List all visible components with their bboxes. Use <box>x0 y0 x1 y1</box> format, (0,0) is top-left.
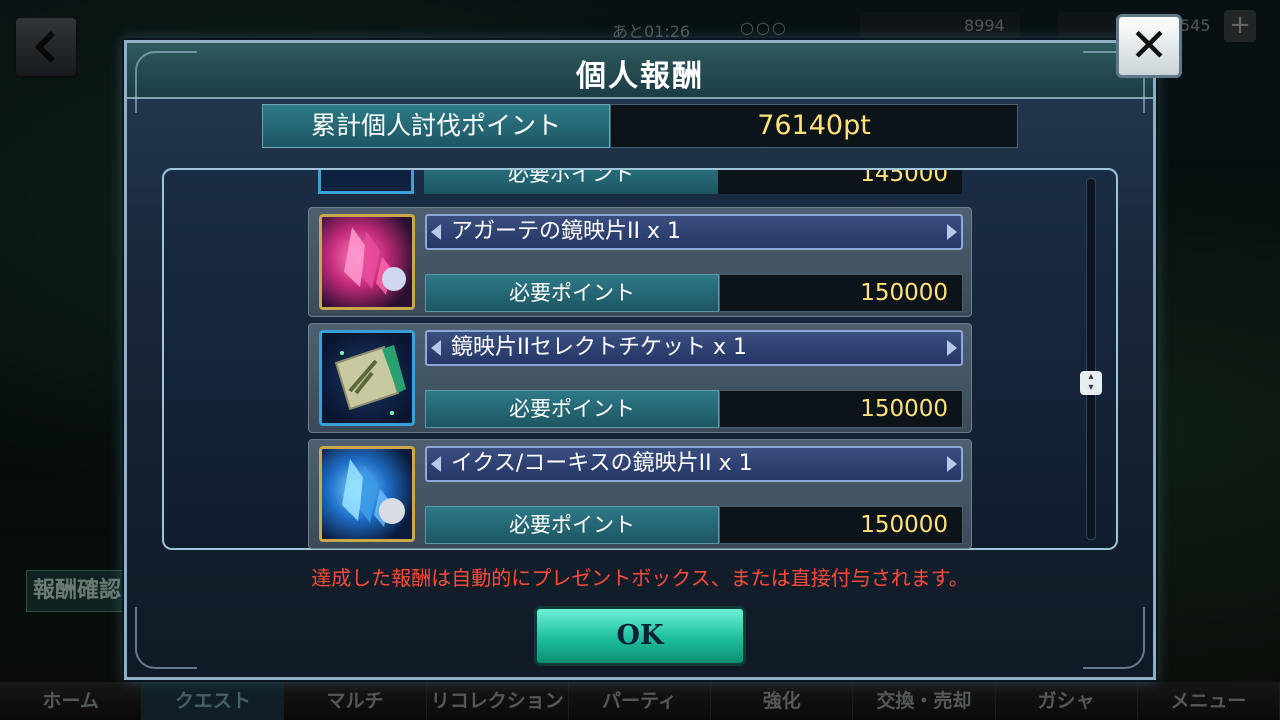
crystal-shape-icon <box>344 227 406 295</box>
partial-row-value: 145000 <box>718 170 962 194</box>
required-points-value: 150000 <box>719 506 963 544</box>
blue-crystal-icon <box>319 446 415 542</box>
reward-notice: 達成した報酬は自動的にプレゼントボックス、または直接付与されます。 <box>311 566 969 590</box>
reward-name: 鏡映片IIセレクトチケット x 1 <box>425 330 963 366</box>
select-ticket-icon <box>334 345 406 415</box>
reward-row: アガーテの鏡映片II x 1 必要ポイント 150000 <box>308 207 972 317</box>
ornament-top-left <box>135 51 197 113</box>
partial-row-label: 必要ポイント <box>424 170 718 194</box>
crystal-shape-icon <box>342 459 405 527</box>
total-points-value: 76140pt <box>610 104 1018 148</box>
ticket-icon <box>319 330 415 426</box>
required-points-label: 必要ポイント <box>425 390 719 428</box>
required-points-value: 150000 <box>719 390 963 428</box>
list-scrollbar[interactable] <box>1086 178 1096 540</box>
reward-name: イクス/コーキスの鏡映片II x 1 <box>425 446 963 482</box>
reward-row: 鏡映片IIセレクトチケット x 1 必要ポイント 150000 <box>308 323 972 433</box>
required-points-value: 150000 <box>719 274 963 312</box>
ornament-bottom-left <box>135 607 197 669</box>
scroll-thumb[interactable]: ▴ ▾ <box>1080 371 1102 395</box>
reward-name: アガーテの鏡映片II x 1 <box>425 214 963 250</box>
required-points-label: 必要ポイント <box>425 274 719 312</box>
ok-button[interactable]: OK <box>534 606 746 666</box>
close-button[interactable]: ✕ <box>1116 14 1182 78</box>
required-points-label: 必要ポイント <box>425 506 719 544</box>
pink-crystal-icon <box>319 214 415 310</box>
dialog-title: 個人報酬 <box>576 59 704 94</box>
partial-row: 必要ポイント 145000 <box>308 170 972 194</box>
ornament-bottom-right <box>1083 607 1145 669</box>
total-points-label: 累計個人討伐ポイント <box>262 104 610 148</box>
reward-row: イクス/コーキスの鏡映片II x 1 必要ポイント 150000 <box>308 439 972 549</box>
partial-row-icon <box>318 170 414 194</box>
